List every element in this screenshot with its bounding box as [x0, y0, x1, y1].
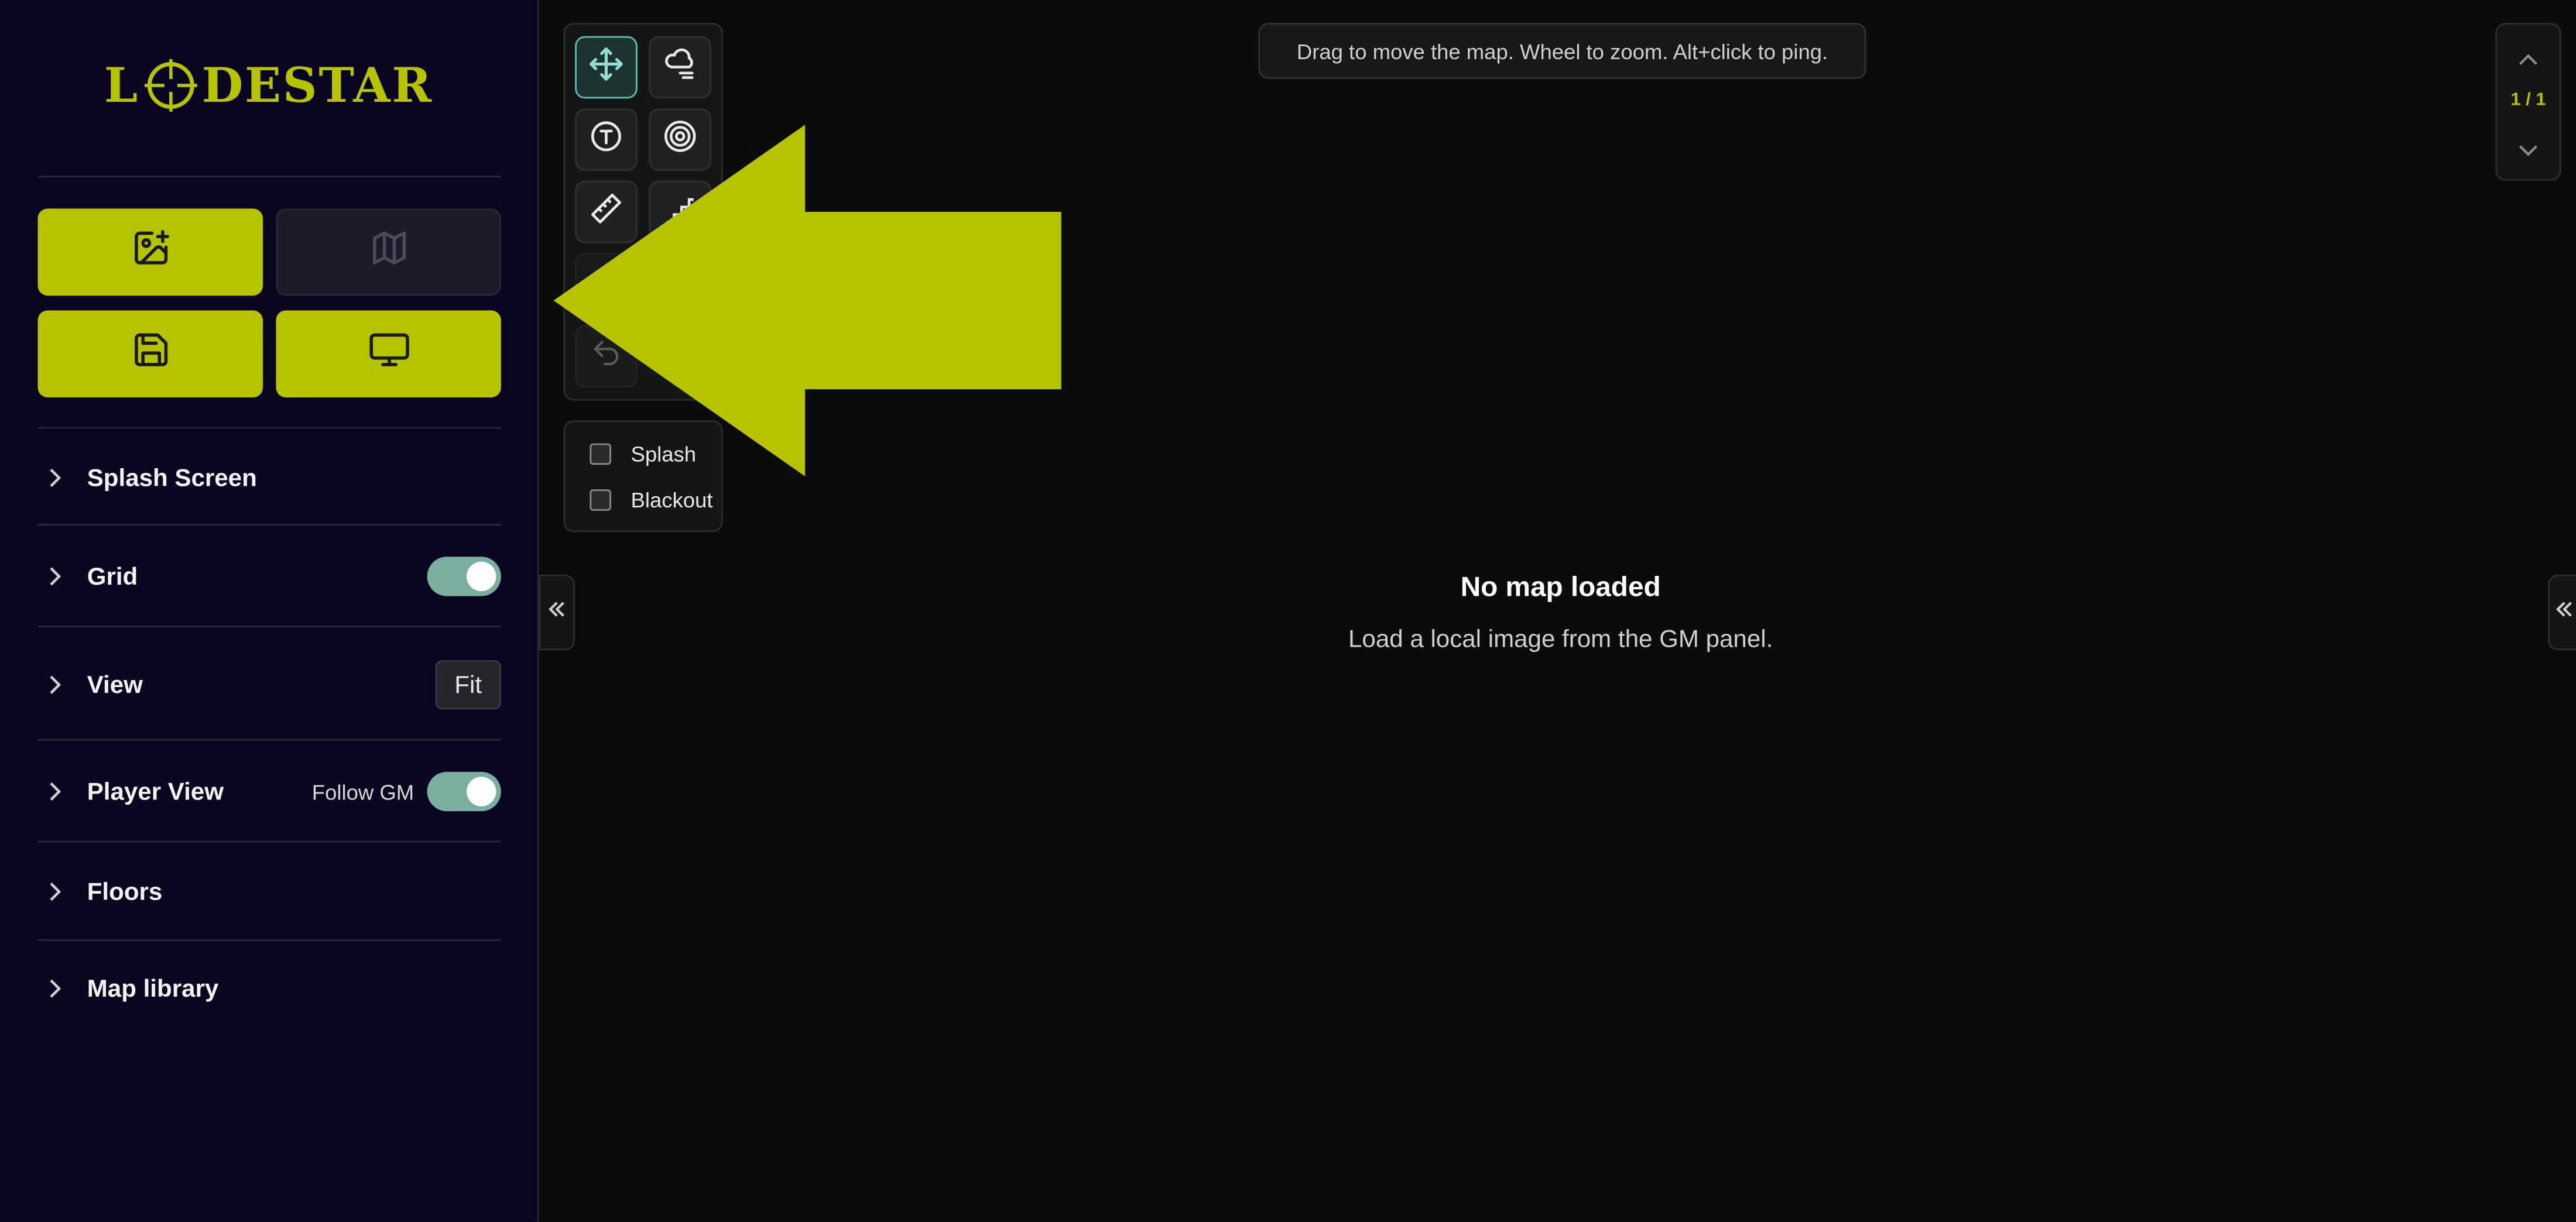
follow-gm-toggle[interactable] [427, 771, 501, 812]
map-hint: Drag to move the map. Wheel to zoom. Alt… [1258, 23, 1866, 79]
chevron-right-icon [38, 977, 71, 1000]
chevron-right-icon [38, 880, 71, 903]
chevrons-left-icon [2553, 597, 2576, 628]
section-view[interactable]: View Fit [38, 637, 501, 733]
highlight-arrow-icon [553, 125, 1061, 476]
follow-gm-label: Follow GM [311, 779, 415, 804]
grid-toggle[interactable] [427, 557, 501, 596]
sidebar-divider [37, 739, 501, 741]
sidebar-divider [37, 626, 501, 627]
chevrons-left-icon [546, 597, 568, 628]
sidebar-divider [37, 524, 501, 526]
floor-pager: 1 / 1 [2495, 23, 2561, 181]
chevron-right-icon [38, 673, 71, 696]
section-label: Map library [87, 974, 219, 1003]
expand-right-panel-button[interactable] [2548, 575, 2576, 651]
chevron-right-icon [38, 780, 71, 803]
collapse-sidebar-button[interactable] [539, 575, 576, 651]
fit-button[interactable]: Fit [435, 660, 501, 710]
toggle-knob [466, 561, 496, 592]
section-label: Grid [87, 562, 138, 591]
toggle-knob [466, 777, 496, 806]
sidebar-divider [37, 840, 501, 843]
section-player-view[interactable]: Player View Follow GM [38, 744, 501, 839]
section-grid[interactable]: Grid [38, 529, 501, 624]
floor-counter: 1 / 1 [2510, 90, 2546, 111]
chevron-down-icon[interactable] [2517, 136, 2540, 166]
empty-state-title: No map loaded [1460, 571, 1661, 603]
section-label: Floors [87, 877, 163, 906]
section-map-library[interactable]: Map library [38, 941, 501, 1036]
section-floors[interactable]: Floors [38, 844, 501, 939]
chevron-up-icon[interactable] [2517, 47, 2540, 77]
empty-state-subtitle: Load a local image from the GM panel. [1348, 626, 1773, 654]
chevron-right-icon [38, 565, 71, 588]
section-label: Player View [87, 777, 224, 806]
section-label: View [87, 671, 143, 699]
